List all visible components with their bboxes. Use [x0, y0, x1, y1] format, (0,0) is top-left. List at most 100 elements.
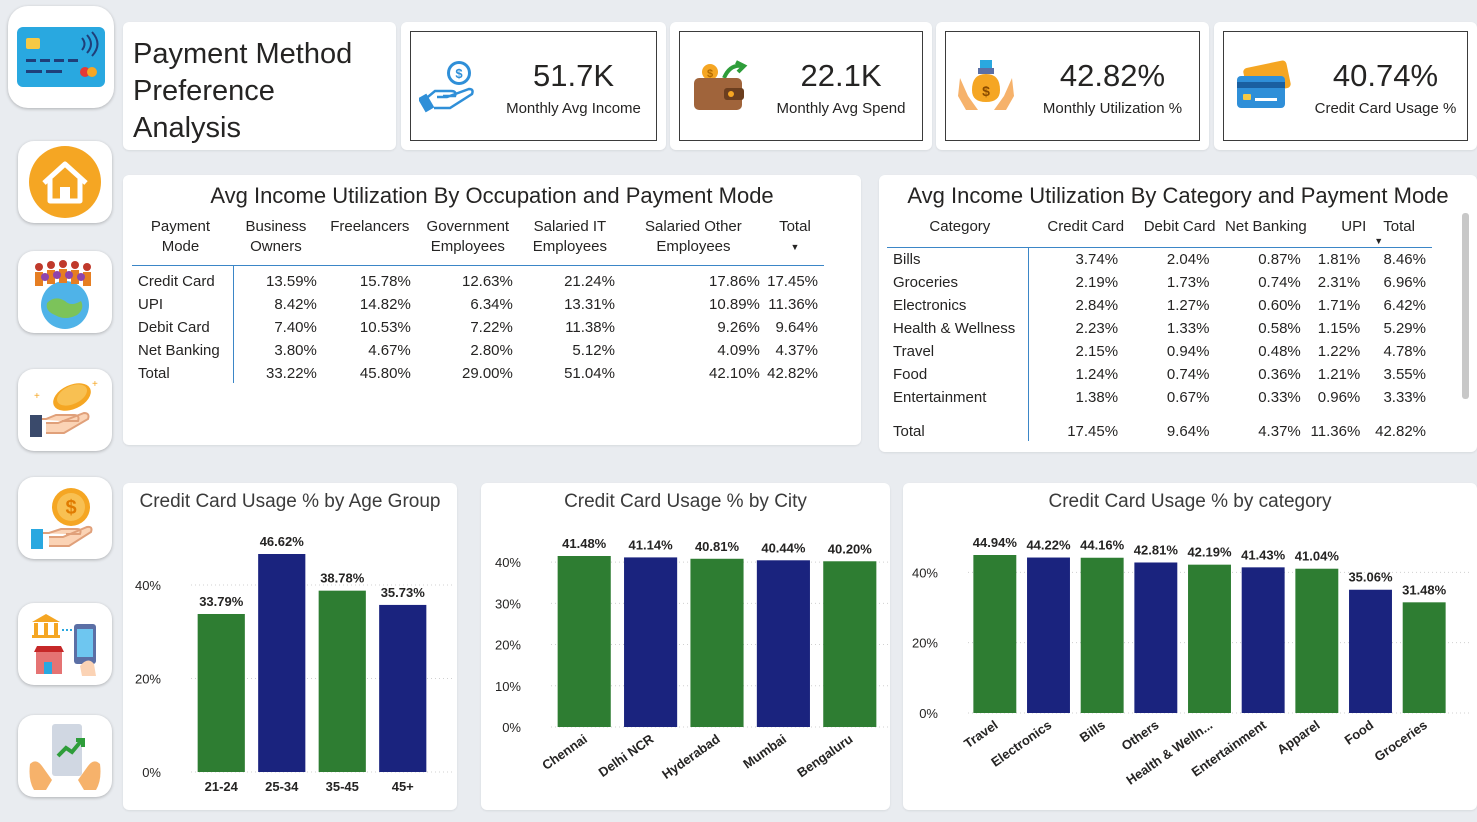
bar[interactable] [1241, 567, 1285, 713]
spend-nav-button[interactable]: $ [18, 477, 112, 559]
table-row[interactable]: Groceries 2.19% 1.73% 0.74% 2.31% 6.96% [887, 271, 1432, 294]
bar[interactable] [1402, 602, 1446, 713]
data-label: 42.19% [1187, 545, 1232, 560]
value-cell: 7.22% [470, 318, 513, 336]
bar[interactable] [756, 560, 810, 727]
value-cell: 2.31% [1317, 273, 1361, 291]
column-header[interactable]: Freelancers [323, 217, 417, 265]
home-nav-button[interactable] [18, 141, 112, 223]
bar[interactable] [1080, 557, 1124, 713]
y-tick-label: 40% [135, 578, 161, 593]
bar[interactable] [1188, 564, 1231, 713]
x-tick-label: Food [1342, 717, 1377, 748]
x-tick-label: 35-45 [326, 779, 359, 794]
kpi-card-credit-usage: 40.74% Credit Card Usage % [1214, 22, 1477, 150]
row-header-cell: Total [138, 364, 170, 382]
dashboard-title-card: Payment Method Preference Analysis [123, 22, 396, 150]
table-row[interactable]: UPI 8.42% 14.82% 6.34% 13.31% 10.89% 11.36% [132, 293, 824, 316]
column-header[interactable]: Debit Card [1124, 217, 1216, 247]
row-header-cell: Food [893, 365, 928, 383]
column-header[interactable]: Category [887, 217, 1033, 247]
value-cell: 17.86% [709, 272, 760, 290]
age-group-chart: 0% 20% 40% 33.79% 21-24 46.62% 25-34 38.78% 35-4… [135, 534, 453, 794]
category-matrix-table[interactable]: Category Credit Card Debit Card Net Bank… [887, 217, 1432, 409]
column-header[interactable]: Government Employees [417, 217, 519, 265]
kpi-label: Monthly Utilization % [1042, 99, 1183, 117]
kpi-label: Credit Card Usage % [1314, 99, 1457, 117]
data-label: 35.73% [381, 585, 426, 600]
trends-nav-button[interactable] [18, 715, 112, 797]
bar[interactable] [823, 561, 877, 727]
y-tick-label: 0% [502, 720, 521, 735]
kpi-card-utilization: $ 42.82% Monthly Utilization % [936, 22, 1209, 150]
bar[interactable] [379, 604, 427, 772]
sort-desc-icon: ▼ [790, 242, 800, 252]
bar[interactable] [197, 613, 245, 772]
row-header-cell: UPI [138, 295, 164, 313]
vertical-scrollbar[interactable] [1462, 213, 1469, 399]
table-row[interactable]: Food 1.24% 0.74% 0.36% 1.21% 3.55% [887, 363, 1432, 386]
column-header[interactable]: Salaried Other Employees [621, 217, 766, 265]
row-header-cell: Entertainment [893, 388, 987, 406]
value-cell: 21.24% [564, 272, 615, 290]
y-tick-label: 10% [495, 679, 521, 694]
bar[interactable] [258, 554, 306, 772]
column-header[interactable]: Business Owners [229, 217, 323, 265]
bar[interactable] [1295, 568, 1339, 713]
occupation-matrix-table[interactable]: Payment Mode Business Owners Freelancers G… [132, 217, 824, 385]
table-row[interactable]: Credit Card 13.59% 15.78% 12.63% 21.24% 17.86… [132, 265, 824, 293]
y-tick-label: 20% [495, 638, 521, 653]
data-label: 35.06% [1348, 570, 1393, 585]
app-logo-button[interactable] [8, 6, 114, 108]
svg-text:+: + [34, 391, 40, 402]
table-row[interactable]: Electronics 2.84% 1.27% 0.60% 1.71% 6.42% [887, 294, 1432, 317]
bar[interactable] [318, 590, 366, 772]
x-tick-label: Electronics [988, 717, 1054, 769]
x-tick-label: Hyderabad [659, 731, 723, 782]
bar[interactable] [624, 557, 678, 727]
value-cell: 3.33% [1383, 388, 1426, 406]
value-cell: 14.82% [359, 295, 411, 313]
table-row[interactable]: Health & Wellness 2.23% 1.33% 0.58% 1.15% 5.2… [887, 317, 1432, 340]
bar[interactable] [1134, 562, 1178, 713]
column-header[interactable]: Payment Mode [132, 217, 229, 265]
value-cell: 0.48% [1258, 342, 1301, 360]
column-header-sorted[interactable]: Total ▼ [766, 217, 824, 265]
value-cell: 2.80% [470, 341, 513, 359]
demographics-nav-button[interactable] [18, 251, 112, 333]
table-row[interactable]: Travel 2.15% 0.94% 0.48% 1.22% 4.78% [887, 340, 1432, 363]
bar[interactable] [1027, 557, 1070, 713]
category-matrix-total-row: Total 17.45% 9.64% 4.37% 11.36% 42.82% [887, 419, 1432, 443]
value-cell: 9.64% [775, 318, 818, 336]
bar[interactable] [690, 558, 744, 727]
value-cell: 42.82% [1375, 422, 1426, 440]
table-row[interactable]: Net Banking 3.80% 4.67% 2.80% 5.12% 4.09% 4.37… [132, 339, 824, 362]
table-row[interactable]: Entertainment 1.38% 0.67% 0.33% 0.96% 3.33% [887, 386, 1432, 409]
x-tick-label: Travel [961, 717, 1000, 751]
total-row[interactable]: Total 17.45% 9.64% 4.37% 11.36% 42.82% [887, 419, 1432, 443]
bar[interactable] [1349, 589, 1392, 713]
column-header-sorted[interactable]: Total ▼ [1366, 217, 1432, 247]
bar[interactable] [973, 555, 1017, 713]
income-nav-button[interactable]: + + [18, 369, 112, 451]
kpi-value: 22.1K [800, 57, 882, 93]
column-header[interactable]: Net Banking [1215, 217, 1307, 247]
value-cell: 9.64% [1166, 422, 1210, 440]
value-cell: 1.33% [1166, 319, 1210, 337]
total-row[interactable]: Total 33.22% 45.80% 29.00% 51.04% 42.10% 42.82… [132, 362, 824, 385]
row-header-cell: Health & Wellness [893, 319, 1016, 337]
value-cell: 2.23% [1075, 319, 1119, 337]
row-header-cell: Net Banking [138, 341, 220, 359]
column-header[interactable]: Credit Card [1033, 217, 1124, 247]
table-row[interactable]: Debit Card 7.40% 10.53% 7.22% 11.38% 9.26% 9.6… [132, 316, 824, 339]
value-cell: 10.53% [359, 318, 411, 336]
payment-mode-nav-button[interactable] [18, 603, 112, 685]
column-header[interactable]: Salaried IT Employees [519, 217, 621, 265]
kpi-card-spend: $ 22.1K Monthly Avg Spend [670, 22, 932, 150]
value-cell: 8.42% [274, 295, 317, 313]
bar[interactable] [557, 556, 611, 727]
value-cell: 0.36% [1258, 365, 1301, 383]
category-chart-card: Credit Card Usage % by category 0% 20% 40%… [903, 483, 1477, 810]
table-row[interactable]: Bills 3.74% 2.04% 0.87% 1.81% 8.46% [887, 247, 1432, 271]
column-header[interactable]: UPI [1307, 217, 1366, 247]
